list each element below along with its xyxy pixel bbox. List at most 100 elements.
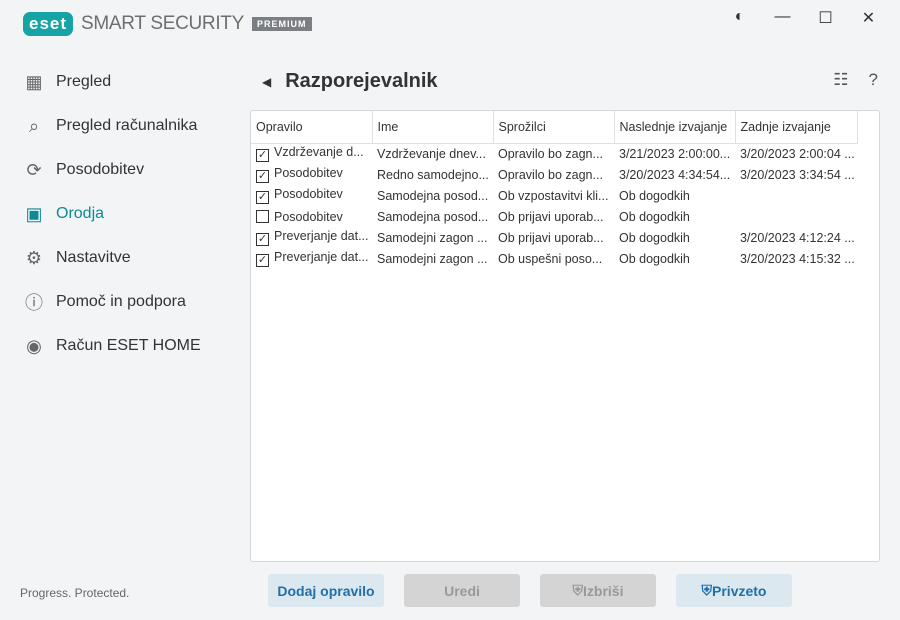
sidebar-item-scan[interactable]: ⌕ Pregled računalnika <box>0 104 240 148</box>
close-button[interactable]: ✕ <box>847 8 890 28</box>
cell-text: Preverjanje dat... <box>274 250 369 264</box>
table-cell: Ob dogodkih <box>614 227 735 248</box>
cell-text: Ob uspešni poso... <box>498 251 603 266</box>
delete-button[interactable]: ⛨ Izbriši <box>540 574 656 607</box>
briefcase-icon: ▣ <box>25 203 43 224</box>
table-cell: Samodejna posod... <box>372 185 493 206</box>
product-name: SMART SECURITY <box>81 13 244 34</box>
sidebar-item-account[interactable]: ◉ Račun ESET HOME <box>0 324 240 368</box>
search-icon: ⌕ <box>28 115 40 136</box>
sidebar-item-settings[interactable]: ⚙ Nastavitve <box>0 236 240 280</box>
scheduler-table: Opravilo Ime Sprožilci Naslednje izvajanje Z… <box>251 111 858 269</box>
cell-text: Posodobitev <box>274 166 343 180</box>
cell-text: 3/20/2023 3:34:54 ... <box>740 167 855 182</box>
table-cell: 3/20/2023 2:00:04 ... <box>735 143 857 164</box>
cell-text: Vzdrževanje dnev... <box>377 146 486 161</box>
help-icon: ⓘ <box>25 293 43 313</box>
edit-button[interactable]: Uredi <box>404 574 520 607</box>
task-checkbox[interactable] <box>256 209 269 223</box>
cell-text: Samodejna posod... <box>377 188 489 203</box>
table-cell: 3/20/2023 4:12:24 ... <box>735 227 857 248</box>
cell-text: Ob dogodkih <box>619 251 690 266</box>
view-list-icon[interactable]: ☷ <box>833 70 848 90</box>
table-cell: ✓ Posodobitev <box>251 164 372 185</box>
sidebar-item-help[interactable]: ⓘ Pomoč in podpora <box>0 280 240 324</box>
cell-text: 3/20/2023 4:34:54... <box>619 167 731 182</box>
default-button[interactable]: ⛨ Privzeto <box>676 574 792 607</box>
sidebar-item-tools[interactable]: ▣ Orodja <box>0 192 240 236</box>
table-cell: Ob uspešni poso... <box>493 248 614 269</box>
task-checkbox[interactable]: ✓ <box>256 254 269 267</box>
cell-text: Ob dogodkih <box>619 230 690 245</box>
cell-text: Opravilo bo zagn... <box>498 167 603 182</box>
table-cell: Ob dogodkih <box>614 248 735 269</box>
column-header[interactable]: Sprožilci <box>493 111 615 144</box>
table-cell: Ob vzpostavitvi kli... <box>493 185 614 206</box>
task-checkbox[interactable]: ✓ <box>256 149 269 163</box>
table-cell: ✓ Vzdrževanje d... <box>251 143 372 164</box>
sidebar-item-label: Nastavitve <box>56 249 131 266</box>
table-cell: ✓ Preverjanje dat... <box>251 227 372 248</box>
sidebar-item-label: Pregled <box>56 73 112 90</box>
column-header[interactable]: Naslednje izvajanje <box>614 111 736 144</box>
gear-icon: ⚙ <box>25 247 43 268</box>
column-header[interactable]: Zadnje izvajanje <box>735 111 858 144</box>
table-row[interactable]: ✓ Preverjanje dat... Samodejni zagon ... Ob… <box>251 227 857 248</box>
page-title: Razporejevalnik <box>285 70 438 92</box>
dashboard-icon: ▦ <box>25 71 43 92</box>
table-cell: Samodejna posod... <box>372 206 493 227</box>
shield-icon: ⛨ <box>701 582 713 598</box>
delete-label: Izbriši <box>583 582 624 599</box>
sidebar-item-pregled[interactable]: ▦ Pregled <box>0 60 240 104</box>
shield-icon: ⛨ <box>572 582 584 598</box>
cell-text: Ob prijavi uporab... <box>498 209 604 224</box>
table-row[interactable]: ✓ Vzdrževanje d... Vzdrževanje dnev... Opra… <box>251 143 857 164</box>
sidebar-item-label: Posodobitev <box>56 161 145 178</box>
cell-text: 3/20/2023 4:15:32 ... <box>740 251 855 266</box>
sidebar-item-update[interactable]: ⟳ Posodobitev <box>0 148 240 192</box>
help-icon[interactable]: ? <box>869 70 878 90</box>
cell-text: Samodejni zagon ... <box>377 251 488 266</box>
column-header[interactable]: Opravilo <box>251 111 373 144</box>
task-checkbox[interactable]: ✓ <box>256 170 269 183</box>
edition-badge: PREMIUM <box>252 17 312 31</box>
tagline: Progress. Protected. <box>20 586 130 600</box>
cell-text: 3/20/2023 2:00:04 ... <box>740 146 855 161</box>
sidebar-item-label: Pregled računalnika <box>56 117 198 134</box>
table-cell <box>735 185 857 206</box>
table-cell: 3/20/2023 4:15:32 ... <box>735 248 857 269</box>
maximize-button[interactable]: ☐ <box>804 8 847 28</box>
scheduler-table-panel: Opravilo Ime Sprožilci Naslednje izvajanje Z… <box>250 110 880 562</box>
sidebar-item-label: Račun ESET HOME <box>56 337 201 354</box>
table-cell: 3/21/2023 2:00:00... <box>614 143 735 164</box>
add-task-button[interactable]: Dodaj opravilo <box>268 574 384 607</box>
table-cell: Ob prijavi uporab... <box>493 206 614 227</box>
task-checkbox[interactable]: ✓ <box>256 191 269 204</box>
cell-text: 3/20/2023 4:12:24 ... <box>740 230 855 245</box>
table-row[interactable]: ✓ Preverjanje dat... Samodejni zagon ... Ob… <box>251 248 857 269</box>
refresh-icon: ⟳ <box>26 159 42 180</box>
table-cell: Samodejni zagon ... <box>372 248 493 269</box>
cell-text: Preverjanje dat... <box>274 229 369 243</box>
table-cell: 3/20/2023 3:34:54 ... <box>735 164 857 185</box>
sidebar-item-label: Pomoč in podpora <box>56 293 186 310</box>
table-cell: 3/20/2023 4:34:54... <box>614 164 735 185</box>
column-header[interactable]: Ime <box>372 111 494 144</box>
task-checkbox[interactable]: ✓ <box>256 233 269 246</box>
table-row[interactable]: Posodobitev Samodejna posod... Ob prijavi … <box>251 206 857 227</box>
table-cell: Ob dogodkih <box>614 206 735 227</box>
table-cell: Samodejni zagon ... <box>372 227 493 248</box>
cell-text: Ob prijavi uporab... <box>498 230 604 245</box>
cell-text: Samodejni zagon ... <box>377 230 488 245</box>
theme-toggle-icon[interactable]: ◐ <box>718 8 761 28</box>
window-controls: ◐ — ☐ ✕ <box>718 8 890 28</box>
table-cell: ✓ Posodobitev <box>251 185 372 206</box>
table-cell: Ob prijavi uporab... <box>493 227 614 248</box>
table-row[interactable]: ✓ Posodobitev Samodejna posod... Ob vzposta… <box>251 185 857 206</box>
back-button[interactable]: ◀ <box>262 75 271 89</box>
table-row[interactable]: ✓ Posodobitev Redno samodejno... Opravilo b… <box>251 164 857 185</box>
minimize-button[interactable]: — <box>761 8 804 28</box>
cell-text: Posodobitev <box>274 187 343 201</box>
cell-text: Ob dogodkih <box>619 188 690 203</box>
cell-text: Vzdrževanje d... <box>274 145 364 160</box>
